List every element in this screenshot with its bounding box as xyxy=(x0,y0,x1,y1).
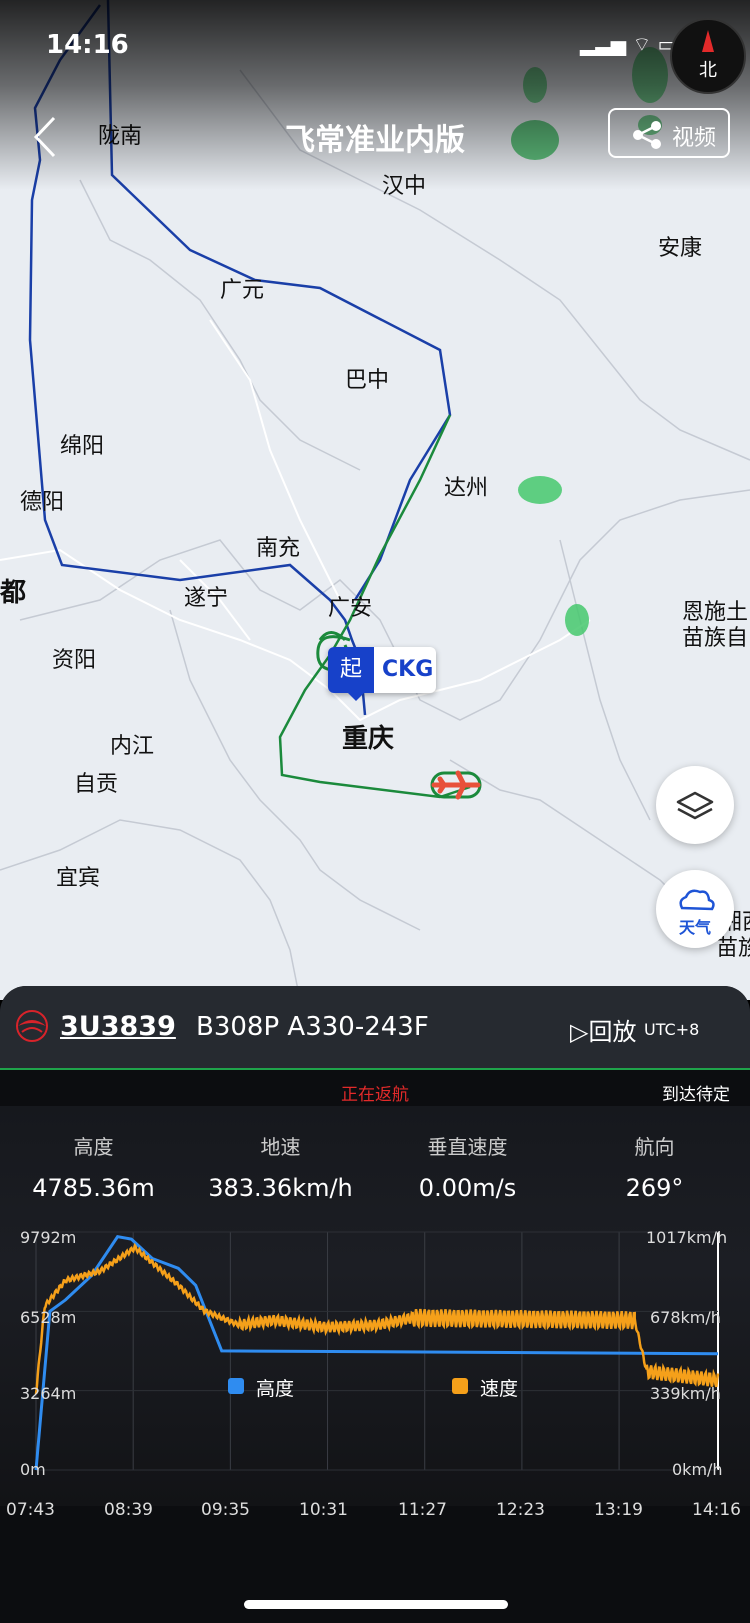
flight-number-link[interactable]: 3U3839 xyxy=(60,1011,176,1042)
x-tick: 13:19 xyxy=(594,1500,643,1520)
playback-button[interactable]: ▷回放 xyxy=(570,1012,636,1047)
metric-label-heading: 航向 xyxy=(634,1135,675,1159)
city-nanchong: 南充 xyxy=(256,536,301,561)
departure-marker-pointer xyxy=(346,691,366,701)
city-guangan: 广安 xyxy=(328,596,373,621)
departure-airport-code: CKG xyxy=(382,657,434,682)
weather-label: 天气 xyxy=(678,918,711,937)
y-left-tick: 0m xyxy=(20,1460,46,1479)
city-mianyang: 绵阳 xyxy=(60,434,105,459)
metric-label-ground-speed: 地速 xyxy=(260,1135,301,1159)
city-deyang: 德阳 xyxy=(20,490,65,515)
metric-value-ground-speed: 383.36km/h xyxy=(208,1174,353,1202)
x-tick: 12:23 xyxy=(496,1500,545,1520)
home-indicator[interactable] xyxy=(244,1600,508,1609)
flight-tracker-screen: 陇南 汉中 安康 广元 巴中 绵阳 德阳 达州 南充 遂宁 广安 都 资阳 恩施… xyxy=(0,0,750,1623)
video-share-button[interactable]: 视频 xyxy=(608,108,730,158)
timezone-label: UTC+8 xyxy=(644,1020,700,1039)
weather-button[interactable]: 天气 xyxy=(656,870,734,948)
x-tick: 09:35 xyxy=(201,1500,250,1520)
layers-button[interactable] xyxy=(656,766,734,844)
layers-icon xyxy=(676,791,714,820)
aircraft-info: B308P A330-243F xyxy=(196,1012,429,1042)
map-borders xyxy=(0,69,750,1000)
video-label: 视频 xyxy=(672,126,717,151)
legend-swatch-altitude xyxy=(228,1378,244,1394)
header-gradient xyxy=(0,0,750,190)
flight-profile-chart[interactable] xyxy=(0,1224,750,1484)
city-chongqing: 重庆 xyxy=(342,724,395,754)
airline-logo-icon xyxy=(16,1010,48,1042)
x-tick: 07:43 xyxy=(6,1500,55,1520)
city-yibin: 宜宾 xyxy=(56,866,101,891)
city-bazhong: 巴中 xyxy=(345,368,390,393)
x-tick: 10:31 xyxy=(299,1500,348,1520)
compass[interactable]: 北 xyxy=(670,18,746,94)
y-left-tick: 9792m xyxy=(20,1228,77,1247)
city-ziyang: 资阳 xyxy=(52,648,97,673)
y-right-tick: 1017km/h xyxy=(646,1228,728,1247)
city-suining: 遂宁 xyxy=(184,586,229,611)
compass-label: 北 xyxy=(699,60,717,81)
x-tick: 08:39 xyxy=(104,1500,153,1520)
departure-badge: 起 xyxy=(328,647,374,693)
city-zigong: 自贡 xyxy=(74,772,119,797)
city-neijiang: 内江 xyxy=(110,734,155,759)
city-guangyuan: 广元 xyxy=(220,278,265,303)
city-dazhou: 达州 xyxy=(444,476,489,501)
divider xyxy=(0,1068,750,1070)
status-icons: ▂▃▅ ⌔ ▭ xyxy=(580,32,677,56)
metric-value-vertical-speed: 0.00m/s xyxy=(418,1174,517,1202)
y-right-tick: 678km/h xyxy=(650,1308,721,1327)
plane-icon[interactable] xyxy=(431,770,481,800)
y-left-tick: 3264m xyxy=(20,1384,77,1403)
x-tick: 14:16 xyxy=(692,1500,741,1520)
x-tick: 11:27 xyxy=(398,1500,447,1520)
arrival-status: 到达待定 xyxy=(662,1085,730,1105)
flight-header-bar: 3U3839 B308P A330-243F ▷回放 UTC+8 xyxy=(0,986,750,1068)
legend-speed: 速度 xyxy=(480,1378,519,1400)
share-icon xyxy=(633,121,661,149)
series-line-altitude xyxy=(34,1235,719,1471)
y-left-tick: 6528m xyxy=(20,1308,77,1327)
city-enshi-2: 苗族自 xyxy=(682,626,749,651)
legend-altitude: 高度 xyxy=(256,1378,295,1400)
y-right-tick: 0km/h xyxy=(672,1460,723,1479)
departure-marker[interactable]: 起 CKG xyxy=(328,647,436,693)
city-ankang: 安康 xyxy=(658,236,703,261)
series-line-speed xyxy=(34,1242,720,1395)
metric-label-vertical-speed: 垂直速度 xyxy=(427,1135,508,1159)
metric-value-altitude: 4785.36m xyxy=(32,1174,155,1202)
metric-value-heading: 269° xyxy=(625,1174,684,1202)
metric-label-altitude: 高度 xyxy=(73,1135,114,1159)
y-right-tick: 339km/h xyxy=(650,1384,721,1403)
legend-swatch-speed xyxy=(452,1378,468,1394)
flight-status: 正在返航 xyxy=(341,1085,409,1105)
city-chengdu: 都 xyxy=(0,578,27,608)
status-time: 14:16 xyxy=(46,30,129,60)
